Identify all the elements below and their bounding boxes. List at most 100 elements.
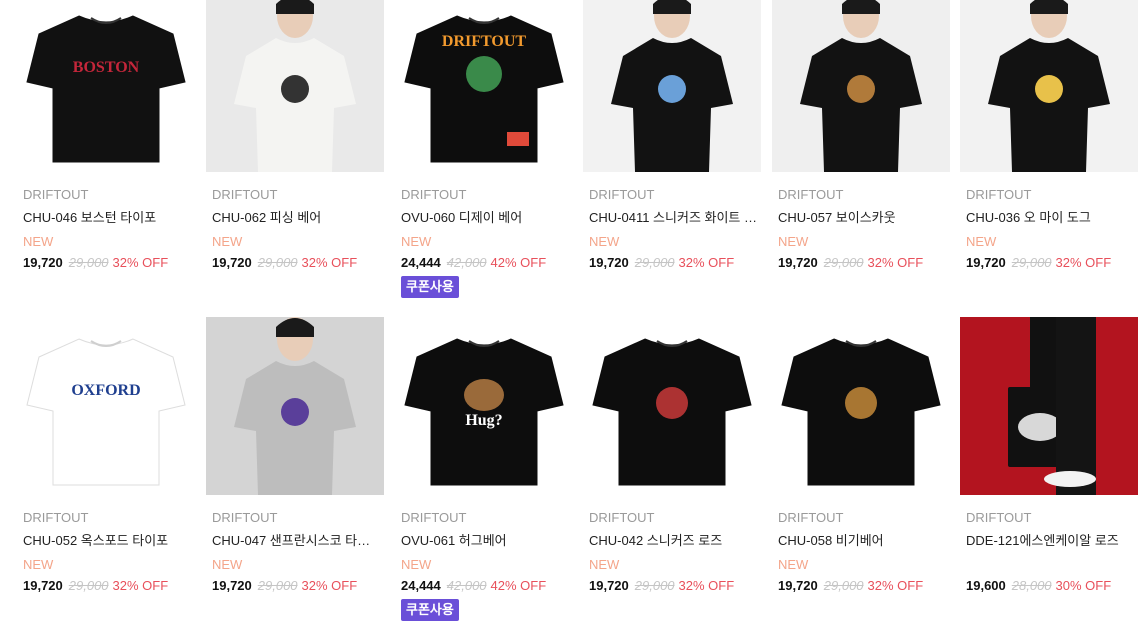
product-brand[interactable]: DRIFTOUT bbox=[966, 509, 1138, 527]
product-card[interactable]: BOSTON DRIFTOUT CHU-046 보스턴 타이포 NEW 19,7… bbox=[17, 0, 195, 272]
original-price: 28,000 bbox=[1011, 578, 1052, 593]
sale-price: 19,720 bbox=[589, 578, 629, 593]
price-row: 19,720 29,000 32% OFF bbox=[212, 254, 384, 272]
sale-price: 24,444 bbox=[401, 255, 441, 270]
product-brand[interactable]: DRIFTOUT bbox=[966, 186, 1138, 204]
product-card[interactable]: DRIFTOUT DDE-121에스엔케이알 로즈 19,600 28,000 30… bbox=[960, 317, 1138, 595]
discount-rate: 32% OFF bbox=[301, 255, 358, 270]
product-image[interactable] bbox=[206, 317, 384, 495]
coupon-badge[interactable]: 쿠폰사용 bbox=[401, 276, 459, 298]
svg-text:DRIFTOUT: DRIFTOUT bbox=[442, 33, 526, 50]
product-name[interactable]: CHU-042 스니커즈 로즈 bbox=[589, 532, 757, 550]
product-image[interactable] bbox=[772, 0, 950, 172]
product-name[interactable]: CHU-046 보스턴 타이포 bbox=[23, 209, 191, 227]
product-brand[interactable]: DRIFTOUT bbox=[23, 186, 195, 204]
product-info: DRIFTOUT CHU-0411 스니커즈 화이트 … NEW 19,720 2… bbox=[583, 186, 761, 272]
price-row: 19,720 29,000 32% OFF bbox=[212, 577, 384, 595]
original-price: 29,000 bbox=[634, 255, 675, 270]
product-info: DRIFTOUT CHU-047 샌프란시스코 타이포 NEW 19,720 29… bbox=[206, 509, 384, 595]
new-badge: NEW bbox=[23, 234, 54, 249]
product-image[interactable]: BOSTON bbox=[17, 0, 195, 172]
product-card[interactable]: DRIFTOUT CHU-042 스니커즈 로즈 NEW 19,720 29,00… bbox=[583, 317, 761, 595]
original-price: 29,000 bbox=[1011, 255, 1052, 270]
sale-price: 19,720 bbox=[23, 255, 63, 270]
product-brand[interactable]: DRIFTOUT bbox=[212, 186, 384, 204]
product-brand[interactable]: DRIFTOUT bbox=[401, 509, 573, 527]
product-name[interactable]: CHU-036 오 마이 도그 bbox=[966, 209, 1134, 227]
original-price: 29,000 bbox=[257, 578, 298, 593]
product-name[interactable]: CHU-0411 스니커즈 화이트 … bbox=[589, 209, 757, 227]
price-row: 19,720 29,000 32% OFF bbox=[23, 577, 195, 595]
product-info: DRIFTOUT CHU-058 비기베어 NEW 19,720 29,000 32… bbox=[772, 509, 950, 595]
product-card[interactable]: DRIFTOUT CHU-062 피싱 베어 NEW 19,720 29,000 3… bbox=[206, 0, 384, 272]
price-row: 19,720 29,000 32% OFF bbox=[23, 254, 195, 272]
product-card[interactable]: DRIFTOUT CHU-0411 스니커즈 화이트 … NEW 19,720 2… bbox=[583, 0, 761, 272]
product-card[interactable]: Hug? DRIFTOUT OVU-061 허그베어 NEW 24,444 42,… bbox=[395, 317, 573, 621]
product-name[interactable]: CHU-058 비기베어 bbox=[778, 532, 946, 550]
product-info: DRIFTOUT CHU-062 피싱 베어 NEW 19,720 29,000 3… bbox=[206, 186, 384, 272]
new-badge: NEW bbox=[401, 557, 432, 572]
discount-rate: 42% OFF bbox=[490, 255, 547, 270]
price-row: 19,720 29,000 32% OFF bbox=[778, 577, 950, 595]
product-card[interactable]: DRIFTOUT CHU-058 비기베어 NEW 19,720 29,000 32… bbox=[772, 317, 950, 595]
product-info: DRIFTOUT OVU-060 디제이 베어 NEW 24,444 42,000… bbox=[395, 186, 573, 298]
svg-text:BOSTON: BOSTON bbox=[73, 59, 140, 76]
product-info: DRIFTOUT DDE-121에스엔케이알 로즈 19,600 28,000 30… bbox=[960, 509, 1138, 595]
price-row: 24,444 42,000 42% OFF bbox=[401, 577, 573, 595]
discount-rate: 32% OFF bbox=[678, 578, 735, 593]
product-image[interactable] bbox=[583, 0, 761, 172]
product-card[interactable]: DRIFTOUT DRIFTOUT OVU-060 디제이 베어 NEW 24,… bbox=[395, 0, 573, 298]
product-brand[interactable]: DRIFTOUT bbox=[589, 186, 761, 204]
product-name[interactable]: CHU-052 옥스포드 타이포 bbox=[23, 532, 191, 550]
product-image[interactable] bbox=[583, 317, 761, 495]
product-image[interactable] bbox=[960, 0, 1138, 172]
product-image[interactable] bbox=[206, 0, 384, 172]
product-info: DRIFTOUT CHU-052 옥스포드 타이포 NEW 19,720 29,0… bbox=[17, 509, 195, 595]
product-info: DRIFTOUT CHU-057 보이스카웃 NEW 19,720 29,000 3… bbox=[772, 186, 950, 272]
coupon-badge[interactable]: 쿠폰사용 bbox=[401, 599, 459, 621]
price-row: 19,720 29,000 32% OFF bbox=[778, 254, 950, 272]
product-brand[interactable]: DRIFTOUT bbox=[589, 509, 761, 527]
original-price: 29,000 bbox=[68, 578, 109, 593]
product-name[interactable]: OVU-061 허그베어 bbox=[401, 532, 569, 550]
product-name[interactable]: CHU-047 샌프란시스코 타이포 bbox=[212, 532, 380, 550]
product-brand[interactable]: DRIFTOUT bbox=[778, 509, 950, 527]
product-name[interactable]: CHU-062 피싱 베어 bbox=[212, 209, 380, 227]
sale-price: 19,720 bbox=[589, 255, 629, 270]
product-name[interactable]: OVU-060 디제이 베어 bbox=[401, 209, 569, 227]
sale-price: 24,444 bbox=[401, 578, 441, 593]
product-brand[interactable]: DRIFTOUT bbox=[212, 509, 384, 527]
product-image[interactable] bbox=[960, 317, 1138, 495]
product-image[interactable] bbox=[772, 317, 950, 495]
discount-rate: 32% OFF bbox=[112, 578, 169, 593]
discount-rate: 32% OFF bbox=[867, 578, 924, 593]
product-image[interactable]: OXFORD bbox=[17, 317, 195, 495]
original-price: 42,000 bbox=[446, 255, 487, 270]
price-row: 19,720 29,000 32% OFF bbox=[589, 254, 761, 272]
product-brand[interactable]: DRIFTOUT bbox=[401, 186, 573, 204]
product-brand[interactable]: DRIFTOUT bbox=[778, 186, 950, 204]
product-card[interactable]: DRIFTOUT CHU-047 샌프란시스코 타이포 NEW 19,720 29… bbox=[206, 317, 384, 595]
product-image[interactable]: DRIFTOUT bbox=[395, 0, 573, 172]
svg-text:OXFORD: OXFORD bbox=[71, 382, 140, 399]
original-price: 29,000 bbox=[257, 255, 298, 270]
product-brand[interactable]: DRIFTOUT bbox=[23, 509, 195, 527]
new-badge: NEW bbox=[212, 234, 243, 249]
discount-rate: 32% OFF bbox=[867, 255, 924, 270]
new-badge: NEW bbox=[778, 557, 809, 572]
discount-rate: 42% OFF bbox=[490, 578, 547, 593]
discount-rate: 30% OFF bbox=[1055, 578, 1112, 593]
product-card[interactable]: OXFORD DRIFTOUT CHU-052 옥스포드 타이포 NEW 19,… bbox=[17, 317, 195, 595]
product-name[interactable]: DDE-121에스엔케이알 로즈 bbox=[966, 532, 1134, 550]
price-row: 19,600 28,000 30% OFF bbox=[966, 577, 1138, 595]
product-image[interactable]: Hug? bbox=[395, 317, 573, 495]
new-badge: NEW bbox=[966, 234, 997, 249]
original-price: 42,000 bbox=[446, 578, 487, 593]
product-card[interactable]: DRIFTOUT CHU-057 보이스카웃 NEW 19,720 29,000 3… bbox=[772, 0, 950, 272]
product-info: DRIFTOUT CHU-046 보스턴 타이포 NEW 19,720 29,00… bbox=[17, 186, 195, 272]
original-price: 29,000 bbox=[823, 255, 864, 270]
product-card[interactable]: DRIFTOUT CHU-036 오 마이 도그 NEW 19,720 29,00… bbox=[960, 0, 1138, 272]
sale-price: 19,720 bbox=[966, 255, 1006, 270]
product-name[interactable]: CHU-057 보이스카웃 bbox=[778, 209, 946, 227]
sale-price: 19,720 bbox=[778, 255, 818, 270]
